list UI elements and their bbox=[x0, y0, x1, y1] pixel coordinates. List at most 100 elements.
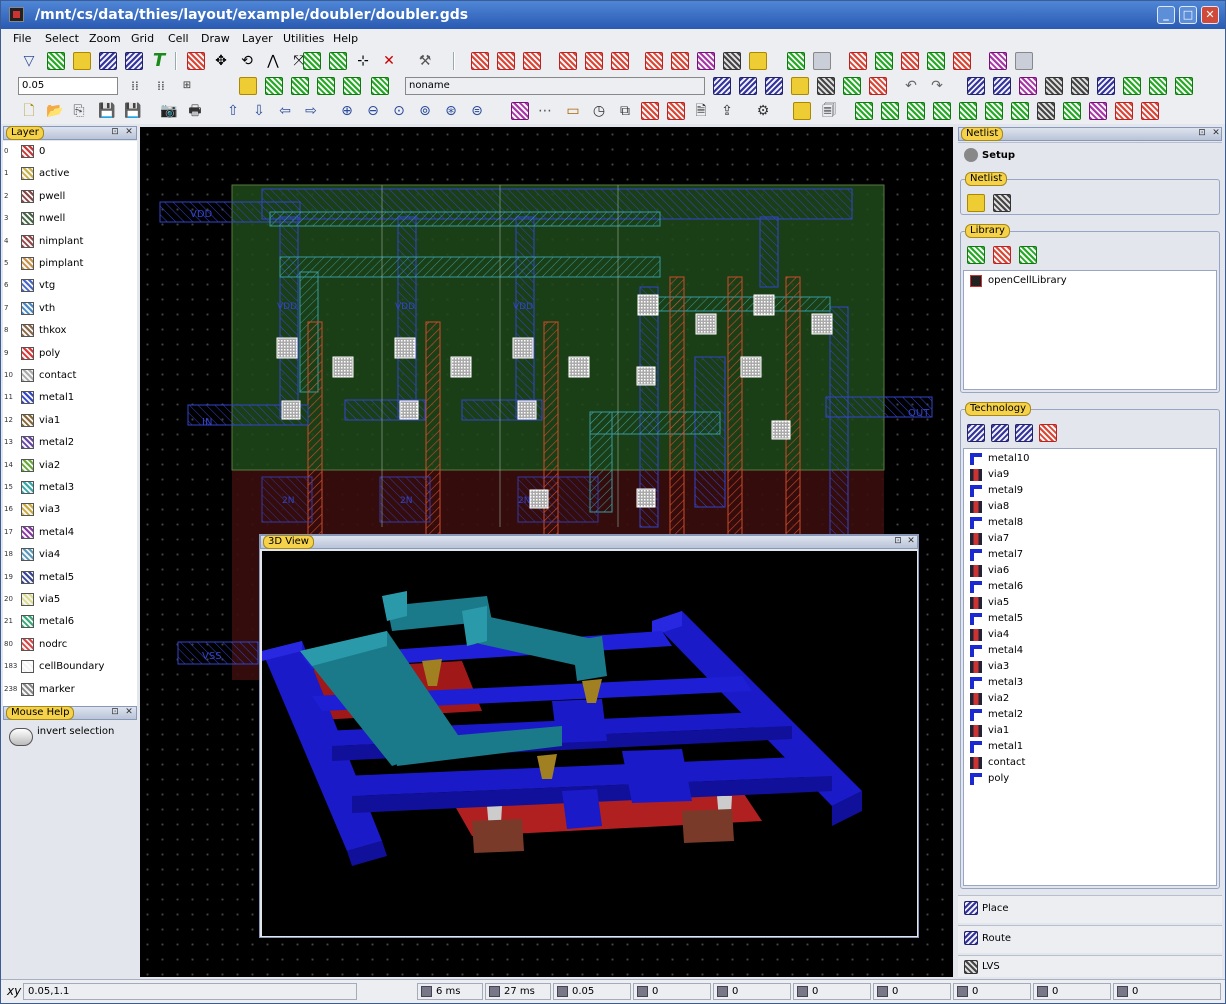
dock-close-icon[interactable]: ✕ bbox=[124, 128, 134, 138]
technology-item[interactable]: poly bbox=[970, 771, 1210, 787]
layer-row[interactable]: 13 metal2 bbox=[3, 432, 137, 454]
technology-item[interactable]: via8 bbox=[970, 499, 1210, 515]
netlist-export-icon[interactable] bbox=[993, 194, 1011, 212]
layer-row[interactable]: 2 pwell bbox=[3, 186, 137, 208]
tab-place[interactable]: Place bbox=[958, 895, 1222, 923]
dock-float-icon[interactable]: ⊡ bbox=[1197, 129, 1207, 139]
mirror-tool-icon[interactable]: ⋀ bbox=[263, 52, 283, 70]
snap-3-icon[interactable] bbox=[291, 77, 309, 95]
arrow-down-icon[interactable]: ⇩ bbox=[249, 102, 269, 120]
technology-item[interactable]: metal3 bbox=[970, 675, 1210, 691]
dock-close-icon[interactable]: ✕ bbox=[1211, 129, 1221, 139]
grid-auto-icon[interactable]: ⊞ bbox=[177, 77, 197, 95]
set-layer-icon[interactable] bbox=[787, 52, 805, 70]
open-file-icon[interactable]: 📂 bbox=[45, 102, 65, 120]
route-6-icon[interactable] bbox=[1097, 77, 1115, 95]
layer-row[interactable]: 8 thkox bbox=[3, 320, 137, 342]
save-as-icon[interactable]: 💾 bbox=[123, 102, 143, 120]
layer-op-6-icon[interactable] bbox=[989, 52, 1007, 70]
menu-utilities[interactable]: Utilities bbox=[283, 32, 324, 45]
route-5-icon[interactable] bbox=[1071, 77, 1089, 95]
redo-icon[interactable]: ↷ bbox=[927, 77, 947, 95]
extract-5-icon[interactable] bbox=[959, 102, 977, 120]
array-tool-icon[interactable] bbox=[125, 52, 143, 70]
layer-swatch-icon[interactable] bbox=[21, 436, 34, 450]
technology-item[interactable]: via5 bbox=[970, 595, 1210, 611]
layer-op-4-icon[interactable] bbox=[927, 52, 945, 70]
library-add-icon[interactable] bbox=[967, 246, 985, 264]
cell-open-icon[interactable] bbox=[713, 77, 731, 95]
align-left-icon[interactable] bbox=[645, 52, 663, 70]
layer-row[interactable]: 4 nimplant bbox=[3, 231, 137, 253]
zoom-fit-icon[interactable]: ⊙ bbox=[389, 102, 409, 120]
layer-row[interactable]: 80 nodrc bbox=[3, 634, 137, 656]
clock-icon[interactable]: ◷ bbox=[589, 102, 609, 120]
layer-row[interactable]: 6 vtg bbox=[3, 275, 137, 297]
technology-item[interactable]: metal4 bbox=[970, 643, 1210, 659]
minimize-button[interactable]: _ bbox=[1157, 6, 1175, 24]
technology-item[interactable]: via2 bbox=[970, 691, 1210, 707]
layer-swatch-icon[interactable] bbox=[21, 593, 34, 606]
layer-swatch-icon[interactable] bbox=[21, 234, 34, 248]
route-9-icon[interactable] bbox=[1175, 77, 1193, 95]
cell-set-icon[interactable] bbox=[791, 77, 809, 95]
extract-1-icon[interactable] bbox=[855, 102, 873, 120]
layer-swatch-icon[interactable] bbox=[21, 615, 34, 629]
layer-row[interactable]: 5 pimplant bbox=[3, 253, 137, 275]
save-icon[interactable]: 💾 bbox=[97, 102, 117, 120]
technology-item[interactable]: via7 bbox=[970, 531, 1210, 547]
path-tool-icon[interactable] bbox=[99, 52, 117, 70]
layer-row[interactable]: 21 metal6 bbox=[3, 611, 137, 633]
undo-icon[interactable]: ↶ bbox=[901, 77, 921, 95]
view3d-canvas[interactable] bbox=[262, 551, 917, 936]
layer-swatch-icon[interactable] bbox=[21, 682, 34, 696]
technology-item[interactable]: metal6 bbox=[970, 579, 1210, 595]
tab-lvs[interactable]: LVS bbox=[958, 955, 1222, 977]
technology-item[interactable]: metal7 bbox=[970, 547, 1210, 563]
move-tool-icon[interactable]: ✥ bbox=[211, 52, 231, 70]
extract-3-icon[interactable] bbox=[907, 102, 925, 120]
layer-row[interactable]: 12 via1 bbox=[3, 410, 137, 432]
select-tool-icon[interactable]: ▽ bbox=[19, 52, 39, 70]
delete-icon[interactable]: ✕ bbox=[379, 52, 399, 70]
cell-info-icon[interactable] bbox=[765, 77, 783, 95]
layer-swatch-icon[interactable] bbox=[21, 481, 34, 494]
extract-8-icon[interactable] bbox=[1037, 102, 1055, 120]
layer-row[interactable]: 00 bbox=[3, 141, 137, 163]
arrow-right-icon[interactable]: ⇨ bbox=[301, 102, 321, 120]
dock-float-icon[interactable]: ⊡ bbox=[110, 708, 120, 718]
layer-swatch-icon[interactable] bbox=[21, 346, 34, 360]
add-point-icon[interactable] bbox=[329, 52, 347, 70]
select-area-icon[interactable] bbox=[511, 102, 529, 120]
layer-swatch-icon[interactable] bbox=[21, 548, 34, 562]
layer-row[interactable]: 11 metal1 bbox=[3, 387, 137, 409]
box-tool-icon[interactable] bbox=[47, 52, 65, 70]
rotate-tool-icon[interactable]: ⟲ bbox=[237, 52, 257, 70]
cell-delete-icon[interactable] bbox=[817, 77, 835, 95]
zoom-out-icon[interactable]: ⊖ bbox=[363, 102, 383, 120]
technology-item[interactable]: metal2 bbox=[970, 707, 1210, 723]
group-icon[interactable] bbox=[749, 52, 767, 70]
snap-6-icon[interactable] bbox=[371, 77, 389, 95]
layer-swatch-icon[interactable] bbox=[21, 391, 34, 405]
print-icon[interactable]: 🖶 bbox=[185, 102, 205, 120]
extract-12-icon[interactable] bbox=[1141, 102, 1159, 120]
technology-item[interactable]: contact bbox=[970, 755, 1210, 771]
layer-swatch-icon[interactable] bbox=[21, 324, 34, 338]
copy-tool-icon[interactable] bbox=[187, 52, 205, 70]
technology-item[interactable]: via4 bbox=[970, 627, 1210, 643]
extract-9-icon[interactable] bbox=[1063, 102, 1081, 120]
technology-item[interactable]: via6 bbox=[970, 563, 1210, 579]
menu-layer[interactable]: Layer bbox=[242, 32, 273, 45]
zoom-in-icon[interactable]: ⊕ bbox=[337, 102, 357, 120]
route-3-icon[interactable] bbox=[1019, 77, 1037, 95]
tab-route[interactable]: Route bbox=[958, 925, 1222, 953]
menu-help[interactable]: Help bbox=[333, 32, 358, 45]
polygon-tool-icon[interactable] bbox=[73, 52, 91, 70]
maximize-button[interactable]: □ bbox=[1179, 6, 1197, 24]
extract-11-icon[interactable] bbox=[1115, 102, 1133, 120]
layer-swatch-icon[interactable] bbox=[21, 525, 34, 539]
layer-swatch-icon[interactable] bbox=[21, 570, 34, 584]
copy-clip-icon[interactable]: ⧉ bbox=[615, 102, 635, 120]
cell-name-select[interactable]: noname bbox=[405, 77, 705, 95]
